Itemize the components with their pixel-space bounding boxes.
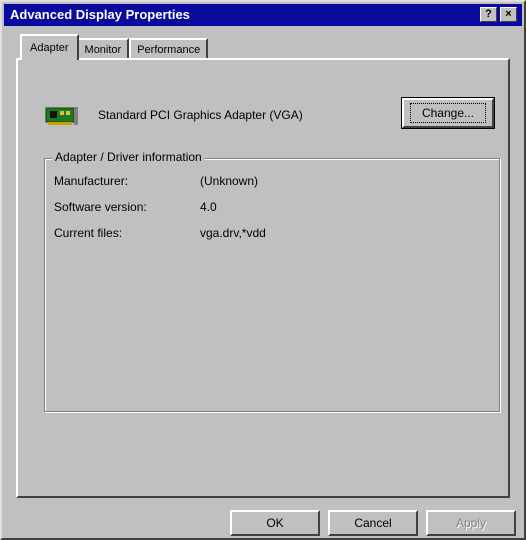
close-icon: × (505, 8, 512, 20)
tab-performance-label: Performance (137, 44, 201, 56)
close-button[interactable]: × (500, 7, 517, 22)
tab-adapter-label: Adapter (30, 42, 69, 54)
tab-adapter[interactable]: Adapter (20, 34, 79, 60)
title-bar[interactable]: Advanced Display Properties ? × (4, 4, 522, 26)
ok-button-label: OK (266, 516, 284, 530)
advanced-display-properties-window: Advanced Display Properties ? × Adapter … (0, 0, 526, 540)
current-files-label: Current files: (54, 226, 123, 240)
tab-monitor[interactable]: Monitor (76, 38, 130, 60)
change-button-label: Change... (421, 106, 475, 120)
tab-performance[interactable]: Performance (129, 38, 209, 60)
tab-strip: Adapter Monitor Performance (20, 34, 209, 60)
manufacturer-value: (Unknown) (200, 174, 259, 188)
change-button[interactable]: Change... (401, 97, 495, 129)
display-adapter-card-icon (45, 107, 78, 125)
driver-info-group-title: Adapter / Driver information (52, 150, 205, 164)
window-title: Advanced Display Properties (10, 7, 190, 22)
apply-button[interactable]: Apply (426, 510, 516, 536)
help-button[interactable]: ? (480, 7, 497, 22)
cancel-button[interactable]: Cancel (328, 510, 418, 536)
software-version-value: 4.0 (200, 200, 217, 214)
current-files-value: vga.drv,*vdd (200, 226, 266, 240)
adapter-tab-panel: Standard PCI Graphics Adapter (VGA) Chan… (16, 58, 510, 498)
adapter-name: Standard PCI Graphics Adapter (VGA) (98, 108, 303, 122)
help-icon: ? (485, 8, 492, 20)
driver-info-group (44, 158, 500, 412)
manufacturer-label: Manufacturer: (54, 174, 129, 188)
software-version-label: Software version: (54, 200, 147, 214)
ok-button[interactable]: OK (230, 510, 320, 536)
cancel-button-label: Cancel (354, 516, 392, 530)
tab-monitor-label: Monitor (84, 44, 122, 56)
apply-button-label: Apply (455, 516, 487, 530)
